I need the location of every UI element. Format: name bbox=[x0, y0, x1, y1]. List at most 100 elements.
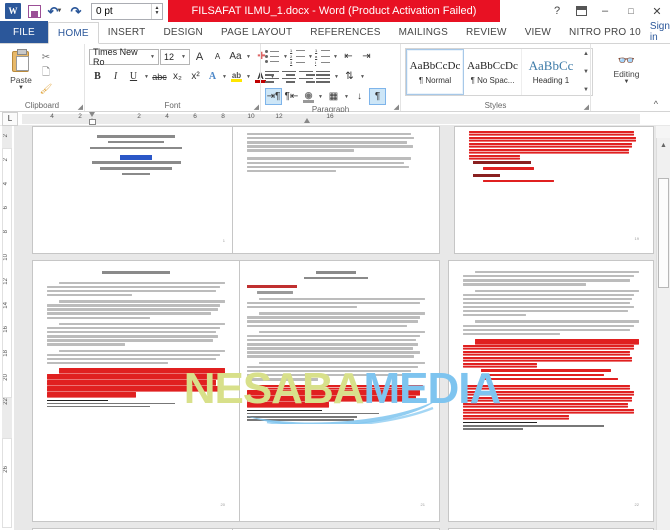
ribbon-display-options-icon[interactable] bbox=[570, 0, 592, 22]
style-heading-1[interactable]: AaBbCс Heading 1 bbox=[522, 49, 580, 95]
font-dialog-launcher-icon[interactable]: ◢ bbox=[254, 103, 259, 111]
align-left-icon[interactable] bbox=[265, 69, 281, 84]
word-app-icon[interactable]: W bbox=[3, 1, 23, 21]
minimize-button[interactable]: – bbox=[592, 0, 618, 22]
show-formatting-marks-icon[interactable]: ¶ bbox=[369, 88, 386, 105]
format-painter-icon[interactable]: 🖌 bbox=[38, 82, 54, 96]
font-name-combo[interactable]: Times New Ro ▼ bbox=[89, 47, 159, 67]
help-button[interactable]: ? bbox=[544, 0, 570, 22]
shading-caret-icon[interactable]: ▼ bbox=[317, 94, 324, 100]
spacing-spinner[interactable]: 0 pt ▲ ▼ bbox=[91, 2, 163, 20]
line-spacing-caret-icon[interactable]: ▼ bbox=[359, 74, 366, 80]
styles-scroll-down-icon[interactable]: ▼ bbox=[583, 68, 589, 76]
tab-insert[interactable]: INSERT bbox=[99, 21, 155, 43]
pages-canvas[interactable]: 1 19 21 22 20 NESABA MEDIA ▲ bbox=[14, 126, 670, 530]
paste-dropdown-icon[interactable]: ▼ bbox=[18, 85, 24, 91]
tab-references[interactable]: REFERENCES bbox=[301, 21, 389, 43]
numbering-caret-icon[interactable]: ▼ bbox=[307, 54, 314, 60]
style-no-spacing[interactable]: AaBbCcDc ¶ No Spac... bbox=[464, 49, 522, 95]
editing-button[interactable]: 👓 Editing ▼ bbox=[607, 48, 647, 85]
highlight-caret-icon[interactable]: ▼ bbox=[245, 74, 252, 80]
tab-review[interactable]: REVIEW bbox=[457, 21, 516, 43]
cut-icon[interactable]: ✂ bbox=[38, 50, 54, 64]
left-indent-marker[interactable] bbox=[89, 118, 96, 125]
borders-icon[interactable]: ▦ bbox=[325, 88, 342, 105]
text-effects-icon[interactable]: A bbox=[205, 68, 220, 85]
superscript-icon[interactable]: x² bbox=[187, 68, 204, 85]
vertical-scrollbar[interactable]: ▲ bbox=[656, 126, 670, 530]
grow-font-icon[interactable]: A bbox=[191, 48, 208, 65]
styles-dialog-launcher-icon[interactable]: ◢ bbox=[584, 103, 589, 111]
shading-icon[interactable]: ◉ bbox=[301, 88, 316, 105]
underline-caret-icon[interactable]: ▼ bbox=[143, 74, 150, 80]
clipboard-dialog-launcher-icon[interactable]: ◢ bbox=[78, 103, 83, 111]
tab-stop-selector[interactable]: L bbox=[2, 111, 18, 126]
vertical-ruler[interactable]: 2 2 4 6 8 10 12 14 16 18 20 22 26 bbox=[0, 126, 14, 530]
save-icon[interactable] bbox=[24, 1, 44, 21]
decrease-indent-icon[interactable]: ⇤ bbox=[340, 48, 357, 65]
tab-home[interactable]: HOME bbox=[47, 22, 99, 44]
justify-caret-icon[interactable]: ▼ bbox=[333, 74, 340, 80]
bold-icon[interactable]: B bbox=[89, 68, 106, 85]
page-body-left[interactable]: 20 bbox=[32, 260, 240, 522]
close-button[interactable]: ✕ bbox=[644, 0, 670, 22]
rtl-text-direction-icon[interactable]: ¶⇤ bbox=[283, 88, 300, 105]
horizontal-ruler-strip[interactable]: 4 2 2 4 6 8 10 12 16 bbox=[22, 111, 640, 125]
borders-caret-icon[interactable]: ▼ bbox=[343, 94, 350, 100]
split-window-handle[interactable] bbox=[656, 126, 670, 138]
numbering-icon[interactable]: 123 bbox=[290, 48, 306, 64]
horizontal-ruler[interactable]: L 4 2 2 4 6 8 10 12 16 bbox=[0, 111, 670, 126]
ltr-text-direction-icon[interactable]: ⇥¶ bbox=[265, 88, 282, 105]
strikethrough-icon[interactable]: abc bbox=[151, 68, 168, 85]
font-size-combo[interactable]: 12 ▼ bbox=[160, 48, 190, 65]
page-tracked-changes-top[interactable]: 19 bbox=[454, 126, 654, 254]
font-size-caret-icon[interactable]: ▼ bbox=[178, 54, 189, 60]
tab-view[interactable]: VIEW bbox=[516, 21, 560, 43]
align-right-icon[interactable] bbox=[299, 69, 315, 84]
copy-icon[interactable]: 🗋 bbox=[38, 66, 54, 80]
justify-icon[interactable] bbox=[316, 69, 332, 84]
increase-indent-icon[interactable]: ⇥ bbox=[358, 48, 375, 65]
text-highlight-icon[interactable]: ab bbox=[229, 68, 244, 85]
undo-icon[interactable]: ↶ ▼ bbox=[45, 1, 65, 21]
line-spacing-icon[interactable]: ⇅ bbox=[341, 68, 358, 85]
right-indent-marker[interactable] bbox=[304, 112, 311, 124]
restore-button[interactable]: □ bbox=[618, 0, 644, 22]
tab-nitro-pro-10[interactable]: NITRO PRO 10 bbox=[560, 21, 650, 43]
font-name-caret-icon[interactable]: ▼ bbox=[147, 54, 158, 60]
paragraph-dialog-launcher-icon[interactable]: ◢ bbox=[394, 103, 399, 111]
sign-in-link[interactable]: Sign in bbox=[650, 21, 670, 43]
change-case-caret-icon[interactable]: ▼ bbox=[245, 54, 252, 60]
change-case-icon[interactable]: Aa bbox=[227, 48, 244, 65]
tab-mailings[interactable]: MAILINGS bbox=[390, 21, 457, 43]
page-tracked-changes-main[interactable]: 22 bbox=[448, 260, 654, 522]
text-effects-caret-icon[interactable]: ▼ bbox=[221, 74, 228, 80]
italic-icon[interactable]: I bbox=[107, 68, 124, 85]
page-body-main[interactable]: 21 bbox=[232, 260, 440, 522]
styles-scroll-up-icon[interactable]: ▲ bbox=[583, 50, 589, 58]
shrink-font-icon[interactable]: A bbox=[209, 48, 226, 65]
align-center-icon[interactable] bbox=[282, 69, 298, 84]
collapse-ribbon-icon[interactable]: ^ bbox=[654, 99, 658, 109]
tab-design[interactable]: DESIGN bbox=[154, 21, 212, 43]
page-body-top-middle[interactable] bbox=[232, 126, 440, 254]
paste-button[interactable]: Paste ▼ bbox=[4, 48, 38, 91]
sort-icon[interactable]: ↓ bbox=[351, 88, 368, 105]
tab-page-layout[interactable]: PAGE LAYOUT bbox=[212, 21, 301, 43]
tab-file[interactable]: FILE bbox=[0, 21, 48, 43]
bullets-icon[interactable] bbox=[265, 49, 281, 64]
styles-more-icon[interactable]: ▼ bbox=[583, 86, 589, 94]
multilevel-list-icon[interactable]: 1ai bbox=[315, 48, 331, 64]
spinner-arrows-icon[interactable]: ▲ ▼ bbox=[151, 3, 162, 19]
style-normal[interactable]: AaBbCcDc ¶ Normal bbox=[406, 49, 464, 95]
editing-dropdown-icon[interactable]: ▼ bbox=[624, 79, 630, 85]
redo-icon[interactable]: ↷ bbox=[66, 1, 86, 21]
scrollbar-thumb[interactable] bbox=[658, 178, 669, 288]
undo-dropdown-icon[interactable]: ▼ bbox=[56, 8, 62, 14]
page-title[interactable]: 1 bbox=[32, 126, 240, 254]
underline-icon[interactable]: U bbox=[125, 68, 142, 85]
multilevel-caret-icon[interactable]: ▼ bbox=[332, 54, 339, 60]
scroll-up-arrow-icon[interactable]: ▲ bbox=[657, 138, 670, 152]
subscript-icon[interactable]: x₂ bbox=[169, 68, 186, 85]
bullets-caret-icon[interactable]: ▼ bbox=[282, 54, 289, 60]
